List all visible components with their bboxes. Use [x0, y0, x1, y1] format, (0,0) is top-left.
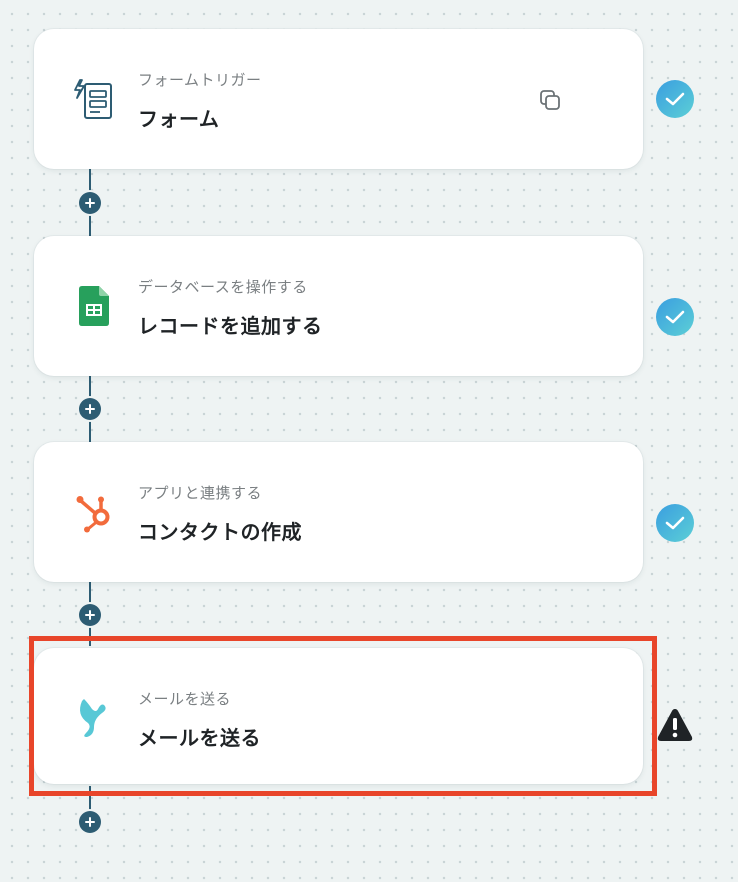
check-icon: [665, 310, 685, 324]
step-card-form-trigger[interactable]: フォームトリガー フォーム: [34, 29, 643, 169]
step-type-label: アプリと連携する: [138, 484, 263, 502]
plus-icon: [85, 404, 95, 414]
add-step-button[interactable]: [79, 811, 101, 833]
plus-icon: [85, 610, 95, 620]
add-step-button[interactable]: [79, 398, 101, 420]
status-success-badge: [656, 298, 694, 336]
copy-icon: [540, 90, 560, 110]
step-type-label: メールを送る: [138, 690, 232, 708]
check-icon: [665, 516, 685, 530]
add-step-button[interactable]: [79, 604, 101, 626]
step-card-send-mail[interactable]: メールを送る メールを送る: [34, 648, 643, 784]
mail-app-icon: [70, 692, 118, 740]
check-icon: [665, 92, 685, 106]
step-title: コンタクトの作成: [138, 520, 302, 544]
form-trigger-icon: [70, 75, 118, 123]
step-title: フォーム: [138, 107, 220, 131]
step-type-label: データベースを操作する: [138, 278, 308, 296]
step-card-app-integration[interactable]: アプリと連携する コンタクトの作成: [34, 442, 643, 582]
step-title: メールを送る: [138, 726, 261, 750]
copy-button[interactable]: [534, 84, 566, 116]
add-step-button[interactable]: [79, 192, 101, 214]
status-success-badge: [656, 504, 694, 542]
status-warning-badge: [656, 706, 694, 744]
plus-icon: [85, 817, 95, 827]
plus-icon: [85, 198, 95, 208]
google-sheets-icon: [70, 282, 118, 330]
step-card-database[interactable]: データベースを操作する レコードを追加する: [34, 236, 643, 376]
step-type-label: フォームトリガー: [138, 71, 262, 89]
status-success-badge: [656, 80, 694, 118]
warning-icon: [657, 709, 693, 741]
hubspot-icon: [70, 488, 118, 536]
workflow-canvas: フォームトリガー フォーム データベースを操作する レコードを追加する アプリと…: [0, 0, 738, 882]
step-title: レコードを追加する: [138, 314, 323, 338]
